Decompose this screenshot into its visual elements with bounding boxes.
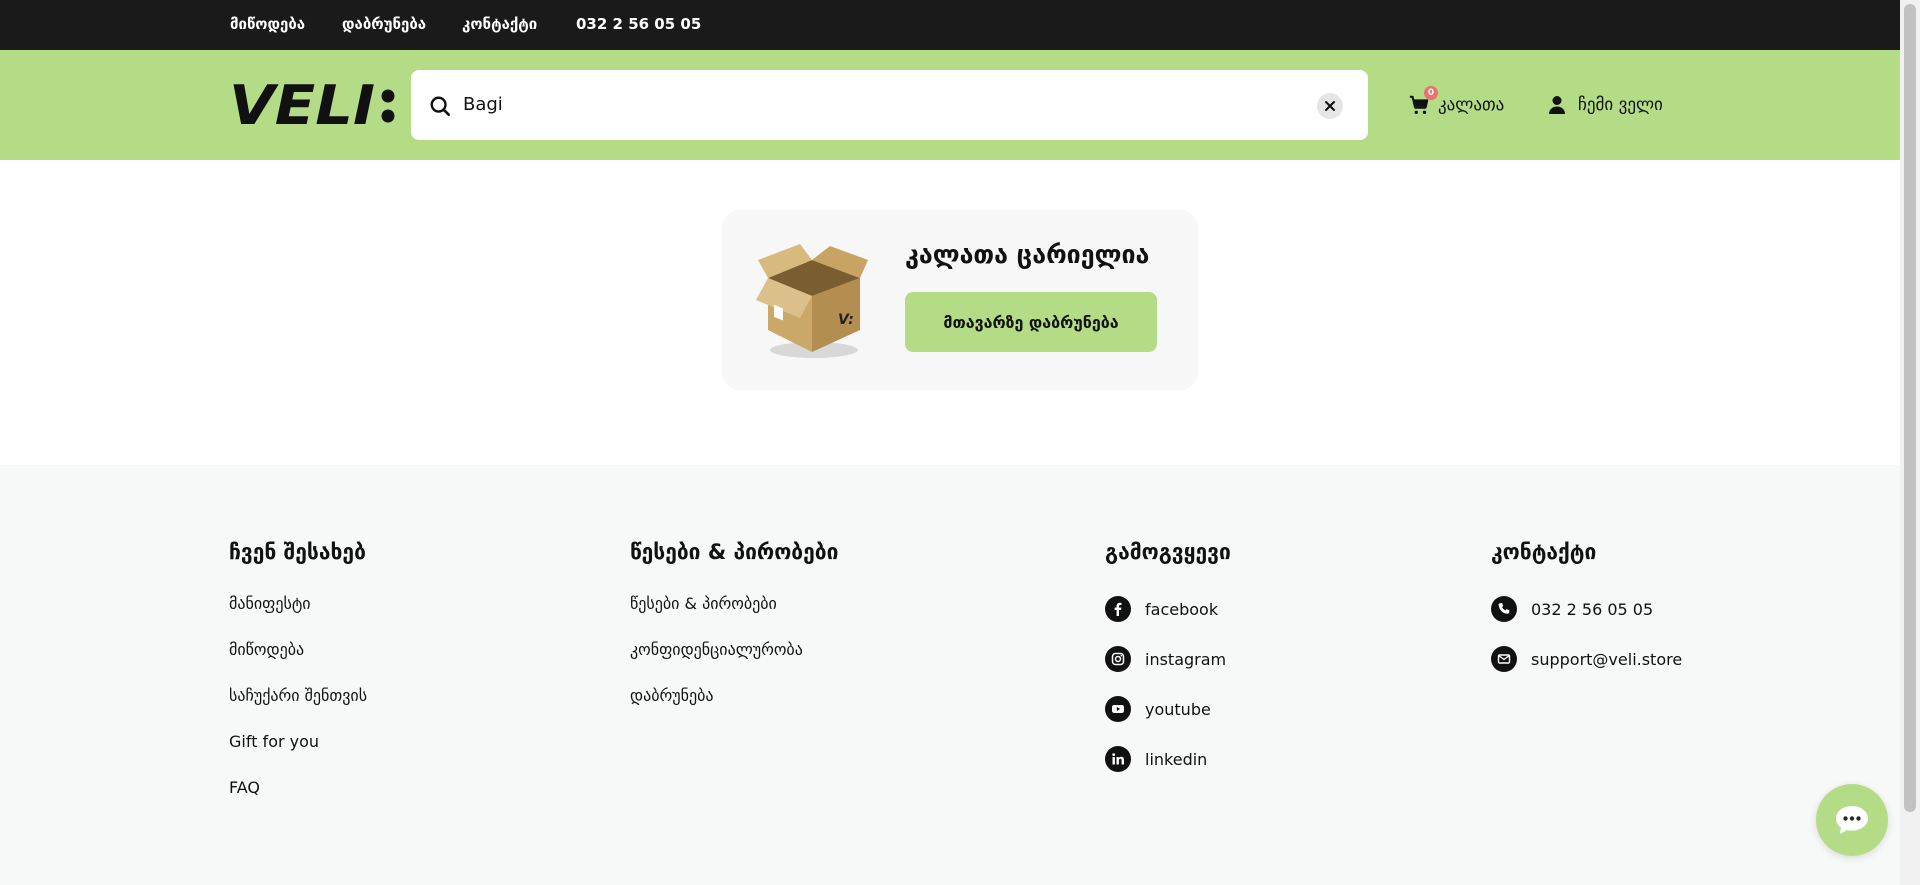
footer-follow-title: გამოგვყევი — [1105, 540, 1231, 564]
site-footer: ჩვენ შესახებ მანიფესტი მიწოდება საჩუქარი… — [0, 465, 1900, 885]
topbar-link-delivery[interactable]: მიწოდება — [230, 15, 305, 33]
svg-text:V:: V: — [838, 312, 854, 328]
email-label: support@veli.store — [1531, 649, 1683, 669]
empty-box-illustration: V: — [756, 244, 868, 358]
footer-link-returns[interactable]: დაბრუნება — [630, 686, 838, 732]
footer-link-delivery[interactable]: მიწოდება — [229, 640, 367, 686]
youtube-icon — [1105, 696, 1131, 722]
cart-button[interactable]: 0 კალათა — [1408, 86, 1505, 118]
footer-link-gift-en[interactable]: Gift for you — [229, 732, 367, 778]
phone-icon — [1491, 596, 1517, 622]
topbar-link-returns[interactable]: დაბრუნება — [342, 15, 426, 33]
footer-about-column: ჩვენ შესახებ მანიფესტი მიწოდება საჩუქარი… — [229, 540, 367, 824]
search-icon[interactable] — [429, 95, 451, 117]
svg-text:VELI: VELI — [229, 80, 375, 130]
scrollbar-thumb[interactable] — [1904, 4, 1916, 812]
linkedin-icon — [1105, 746, 1131, 772]
instagram-label: instagram — [1145, 649, 1227, 669]
search-bar — [411, 70, 1368, 140]
topbar-link-contact[interactable]: კონტაქტი — [462, 15, 537, 33]
chat-widget-button[interactable] — [1816, 784, 1888, 856]
footer-link-terms[interactable]: წესები & პირობები — [630, 594, 838, 640]
facebook-icon — [1105, 596, 1131, 622]
footer-link-manifesto[interactable]: მანიფესტი — [229, 594, 367, 640]
back-to-home-button[interactable]: მთავარზე დაბრუნება — [905, 292, 1157, 352]
instagram-icon — [1105, 646, 1131, 672]
facebook-label: facebook — [1145, 599, 1219, 619]
footer-link-privacy[interactable]: კონფიდენციალურობა — [630, 640, 838, 686]
footer-link-email[interactable]: support@veli.store — [1491, 634, 1682, 684]
footer-link-youtube[interactable]: youtube — [1105, 684, 1231, 734]
top-bar: მიწოდება დაბრუნება კონტაქტი 032 2 56 05 … — [0, 0, 1900, 50]
footer-link-faq[interactable]: FAQ — [229, 778, 367, 824]
page-scrollbar[interactable] — [1900, 0, 1920, 885]
cart-label: კალათა — [1438, 95, 1505, 115]
linkedin-label: linkedin — [1145, 749, 1208, 769]
topbar-link-phone[interactable]: 032 2 56 05 05 — [576, 15, 701, 33]
chat-bubble-icon — [1836, 806, 1868, 834]
user-icon — [1549, 96, 1565, 114]
footer-link-linkedin[interactable]: linkedin — [1105, 734, 1231, 784]
empty-cart-title: კალათა ცარიელია — [905, 240, 1150, 269]
youtube-label: youtube — [1145, 699, 1211, 719]
veli-logo[interactable]: VELI — [229, 80, 397, 130]
footer-about-title: ჩვენ შესახებ — [229, 540, 366, 564]
footer-link-phone[interactable]: 032 2 56 05 05 — [1491, 584, 1682, 634]
account-button[interactable]: ჩემი ველი — [1548, 92, 1663, 118]
account-label: ჩემი ველი — [1578, 95, 1663, 115]
empty-cart-card: V: კალათა ცარიელია მთავარზე დაბრუნება — [722, 210, 1198, 390]
footer-link-gift-ka[interactable]: საჩუქარი შენთვის — [229, 686, 367, 732]
footer-terms-title: წესები & პირობები — [630, 540, 839, 564]
phone-label: 032 2 56 05 05 — [1531, 599, 1654, 619]
footer-contact-column: კონტაქტი 032 2 56 05 05 support@veli.sto… — [1491, 540, 1682, 684]
clear-search-button[interactable] — [1317, 93, 1343, 119]
footer-follow-column: გამოგვყევი facebook instagram youtube li… — [1105, 540, 1231, 784]
cart-icon: 0 — [1408, 86, 1438, 116]
search-input[interactable] — [463, 94, 1263, 115]
mail-icon — [1491, 646, 1517, 672]
cart-count-badge: 0 — [1424, 86, 1438, 100]
footer-link-instagram[interactable]: instagram — [1105, 634, 1231, 684]
close-icon — [1325, 101, 1335, 111]
footer-link-facebook[interactable]: facebook — [1105, 584, 1231, 634]
site-header: VELI 0 კალათა — [0, 50, 1900, 160]
footer-terms-column: წესები & პირობები წესები & პირობები კონფ… — [630, 540, 838, 732]
footer-contact-title: კონტაქტი — [1491, 540, 1597, 564]
